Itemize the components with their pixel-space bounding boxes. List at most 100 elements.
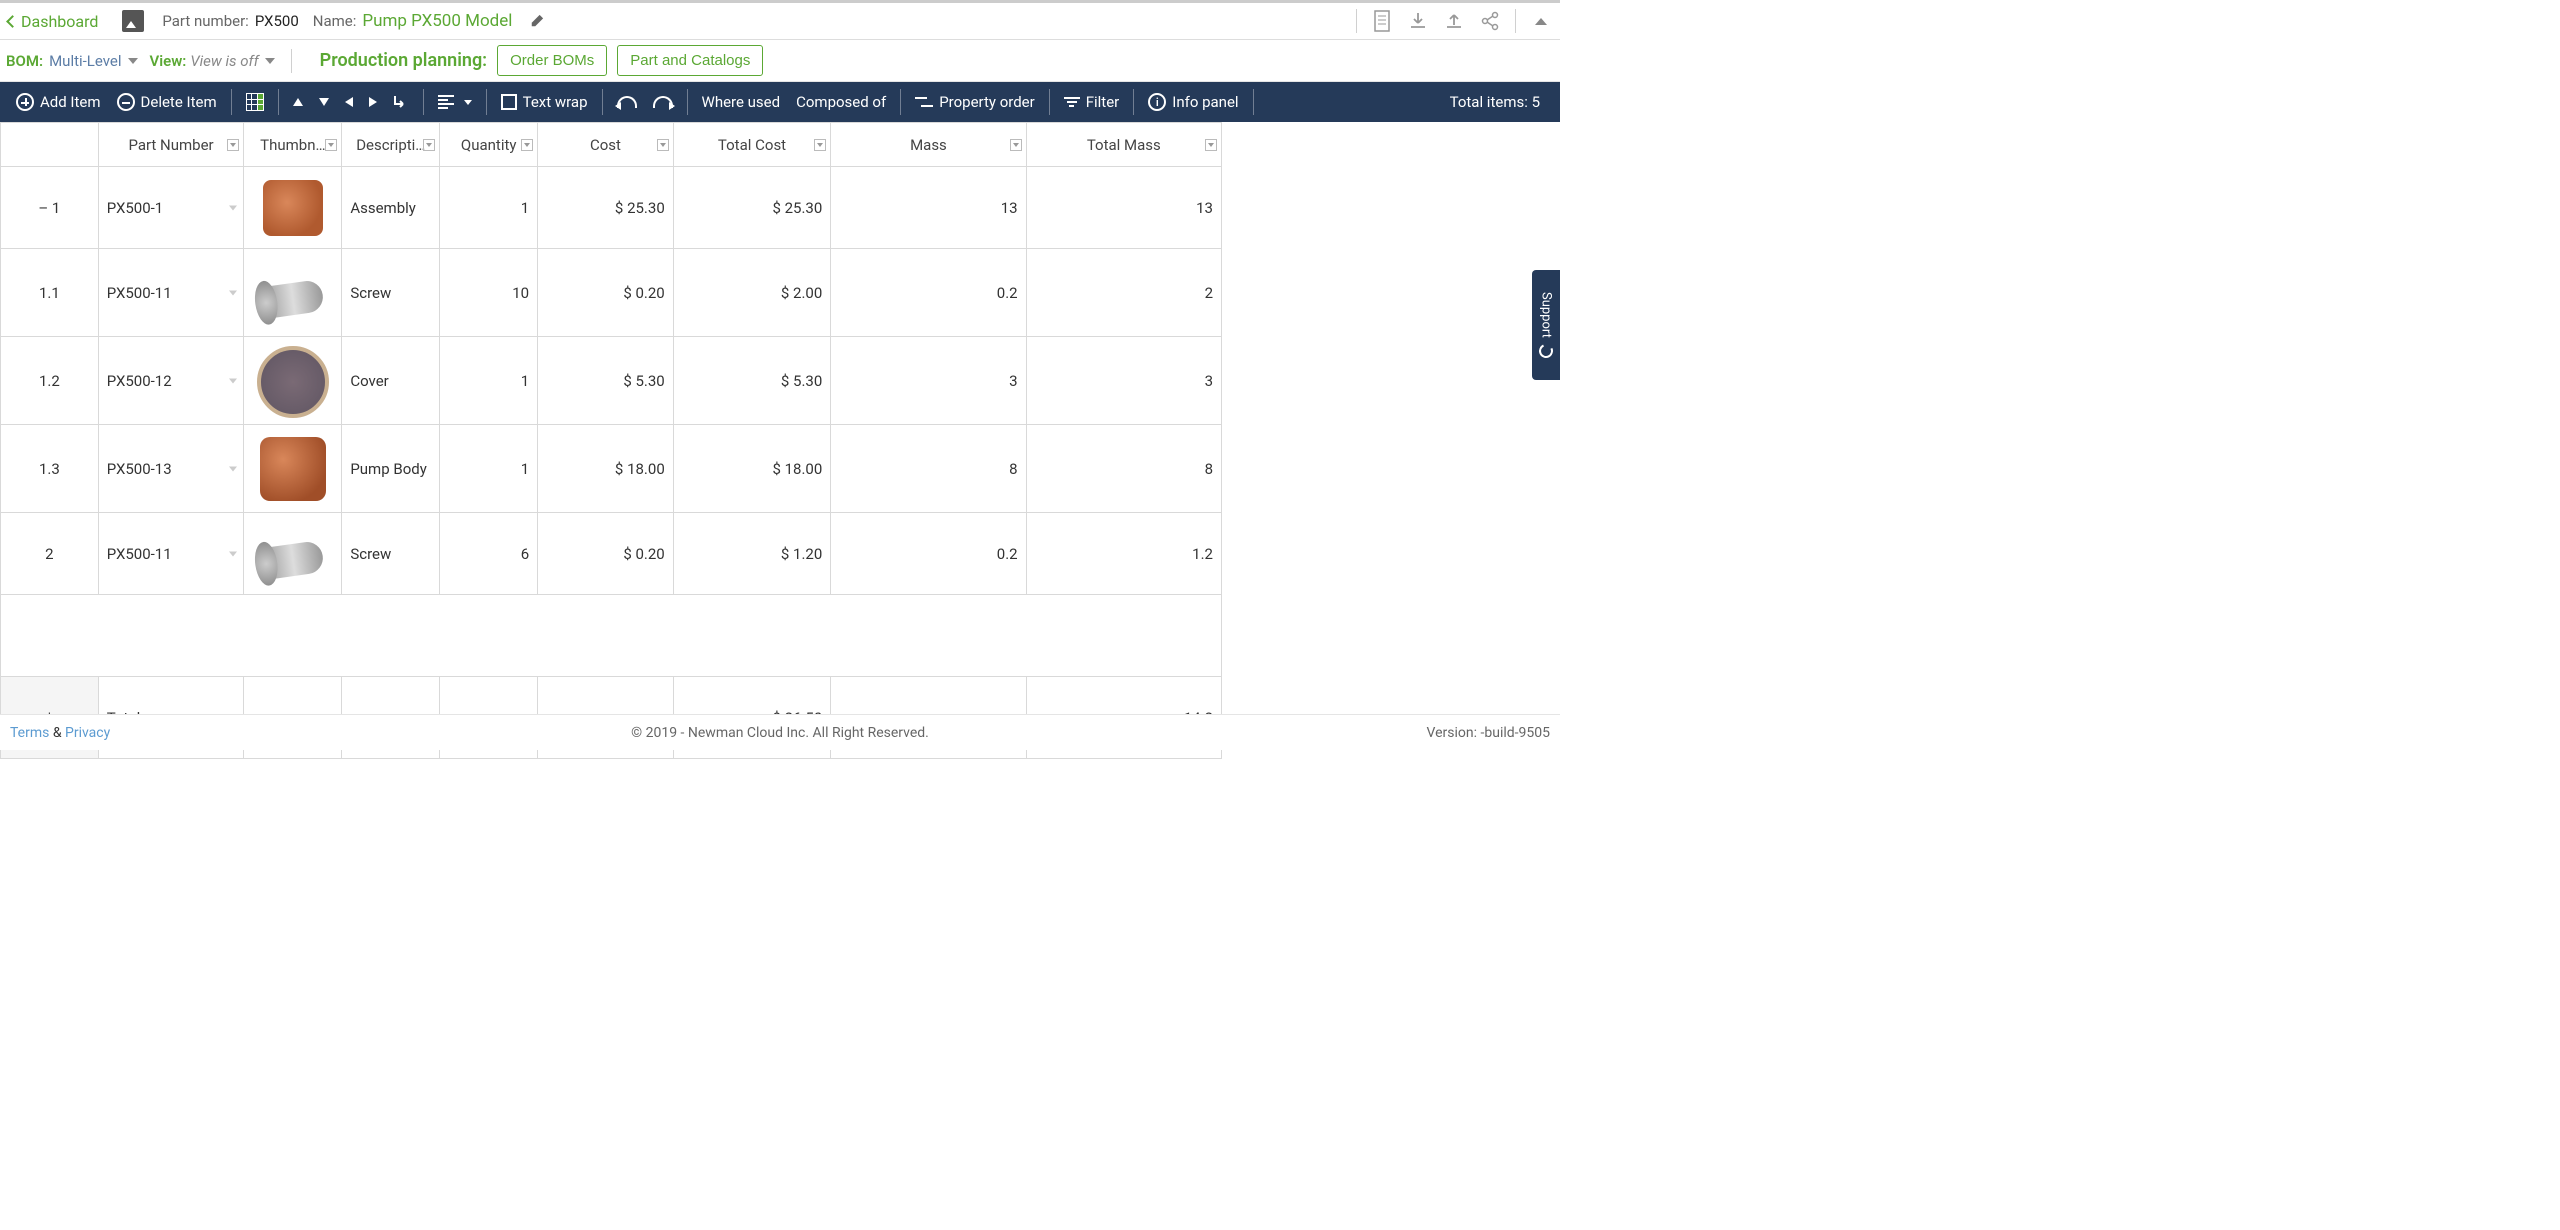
- move-up-button[interactable]: [285, 82, 311, 122]
- collapse-up-icon[interactable]: [1530, 10, 1552, 32]
- text-wrap-label: Text wrap: [523, 93, 588, 111]
- info-panel-label: Info panel: [1172, 93, 1238, 111]
- separator: [602, 89, 603, 115]
- where-used-button[interactable]: Where used: [694, 82, 789, 122]
- arrow-down-icon: [319, 98, 329, 106]
- upload-icon[interactable]: [1443, 10, 1465, 32]
- separator: [1253, 89, 1254, 115]
- cell-thumbnail: [244, 167, 342, 249]
- thumbnail-pumpbody-icon: [260, 437, 326, 501]
- bom-table-wrap: Part Number Thumbn… Descripti… Quantity …: [0, 122, 1560, 759]
- filter-dropdown-icon[interactable]: [814, 139, 826, 151]
- move-left-button[interactable]: [337, 82, 361, 122]
- filter-dropdown-icon[interactable]: [423, 139, 435, 151]
- filter-dropdown-icon[interactable]: [657, 139, 669, 151]
- separator: [423, 89, 424, 115]
- support-tab[interactable]: Support: [1532, 270, 1560, 380]
- name-value: Pump PX500 Model: [362, 11, 512, 31]
- table-row[interactable]: – 1PX500-1Assembly1$ 25.30$ 25.301313: [1, 167, 1222, 249]
- composed-of-button[interactable]: Composed of: [788, 82, 894, 122]
- info-panel-button[interactable]: i Info panel: [1140, 82, 1246, 122]
- cell-cost: $ 0.20: [538, 513, 674, 595]
- column-cost[interactable]: Cost: [538, 123, 674, 167]
- column-thumbnail[interactable]: Thumbn…: [244, 123, 342, 167]
- move-down-button[interactable]: [311, 82, 337, 122]
- privacy-link[interactable]: Privacy: [65, 725, 110, 741]
- order-boms-button[interactable]: Order BOMs: [497, 45, 607, 76]
- view-label: View:: [150, 52, 187, 70]
- cell-mass: 0.2: [831, 513, 1026, 595]
- caret-down-icon[interactable]: [128, 58, 138, 64]
- terms-link[interactable]: Terms: [10, 725, 49, 741]
- column-quantity[interactable]: Quantity: [440, 123, 538, 167]
- text-wrap-button[interactable]: Text wrap: [493, 82, 596, 122]
- add-item-label: Add Item: [40, 93, 101, 111]
- move-right-button[interactable]: [361, 82, 385, 122]
- bom-dropdown[interactable]: Multi-Level: [49, 52, 121, 70]
- cell-part-number[interactable]: PX500-11: [98, 249, 244, 337]
- undo-button[interactable]: [609, 82, 645, 122]
- indent-button[interactable]: [385, 82, 417, 122]
- column-total-mass[interactable]: Total Mass: [1026, 123, 1221, 167]
- pencil-icon[interactable]: [530, 14, 544, 28]
- separator: [1515, 9, 1516, 33]
- cell-mass: 8: [831, 425, 1026, 513]
- cell-part-number[interactable]: PX500-1: [98, 167, 244, 249]
- cell-thumbnail: [244, 513, 342, 595]
- filter-dropdown-icon[interactable]: [227, 139, 239, 151]
- table-row[interactable]: 1.1PX500-11Screw10$ 0.20$ 2.000.22: [1, 249, 1222, 337]
- indent-icon: [393, 94, 409, 110]
- cell-index: – 1: [1, 167, 99, 249]
- chevron-left-icon: [6, 15, 19, 28]
- cell-cost: $ 0.20: [538, 249, 674, 337]
- where-used-label: Where used: [702, 93, 781, 111]
- part-thumbnail-icon[interactable]: [122, 10, 144, 32]
- arrow-right-icon: [369, 97, 377, 107]
- view-dropdown[interactable]: View is off: [190, 52, 258, 70]
- separator: [278, 89, 279, 115]
- bom-table: Part Number Thumbn… Descripti… Quantity …: [0, 122, 1222, 759]
- cell-part-number[interactable]: PX500-11: [98, 513, 244, 595]
- filter-dropdown-icon[interactable]: [521, 139, 533, 151]
- filter-label: Filter: [1086, 93, 1120, 111]
- column-index[interactable]: [1, 123, 99, 167]
- filter-button[interactable]: Filter: [1056, 82, 1128, 122]
- property-order-button[interactable]: Property order: [907, 82, 1043, 122]
- cell-part-number[interactable]: PX500-13: [98, 425, 244, 513]
- column-mass[interactable]: Mass: [831, 123, 1026, 167]
- back-to-dashboard-link[interactable]: Dashboard: [8, 12, 98, 31]
- separator: [687, 89, 688, 115]
- table-row[interactable]: 1.3PX500-13Pump Body1$ 18.00$ 18.0088: [1, 425, 1222, 513]
- table-row[interactable]: 1.2PX500-12Cover1$ 5.30$ 5.3033: [1, 337, 1222, 425]
- delete-item-button[interactable]: Delete Item: [109, 82, 225, 122]
- cell-part-number[interactable]: PX500-12: [98, 337, 244, 425]
- columns-button[interactable]: [238, 82, 272, 122]
- document-icon[interactable]: [1371, 10, 1393, 32]
- table-row[interactable]: 2PX500-11Screw6$ 0.20$ 1.200.21.2: [1, 513, 1222, 595]
- cell-total-cost: $ 5.30: [673, 337, 831, 425]
- filter-dropdown-icon[interactable]: [1205, 139, 1217, 151]
- cell-cost: $ 25.30: [538, 167, 674, 249]
- caret-down-icon: [464, 100, 472, 105]
- column-total-cost[interactable]: Total Cost: [673, 123, 831, 167]
- amp: &: [49, 725, 65, 741]
- arrow-left-icon: [345, 97, 353, 107]
- swap-icon: [915, 95, 933, 109]
- back-label: Dashboard: [21, 12, 98, 31]
- cell-cost: $ 18.00: [538, 425, 674, 513]
- filter-dropdown-icon[interactable]: [325, 139, 337, 151]
- share-icon[interactable]: [1479, 10, 1501, 32]
- part-and-catalogs-button[interactable]: Part and Catalogs: [617, 45, 763, 76]
- column-part-number[interactable]: Part Number: [98, 123, 244, 167]
- add-item-button[interactable]: Add Item: [8, 82, 109, 122]
- thumbnail-assembly-icon: [263, 180, 323, 236]
- filter-dropdown-icon[interactable]: [1010, 139, 1022, 151]
- separator: [1356, 9, 1357, 33]
- redo-button[interactable]: [645, 82, 681, 122]
- delete-item-label: Delete Item: [141, 93, 217, 111]
- download-icon[interactable]: [1407, 10, 1429, 32]
- column-description[interactable]: Descripti…: [342, 123, 440, 167]
- align-button[interactable]: [430, 82, 480, 122]
- caret-down-icon[interactable]: [265, 58, 275, 64]
- cell-description: Assembly: [342, 167, 440, 249]
